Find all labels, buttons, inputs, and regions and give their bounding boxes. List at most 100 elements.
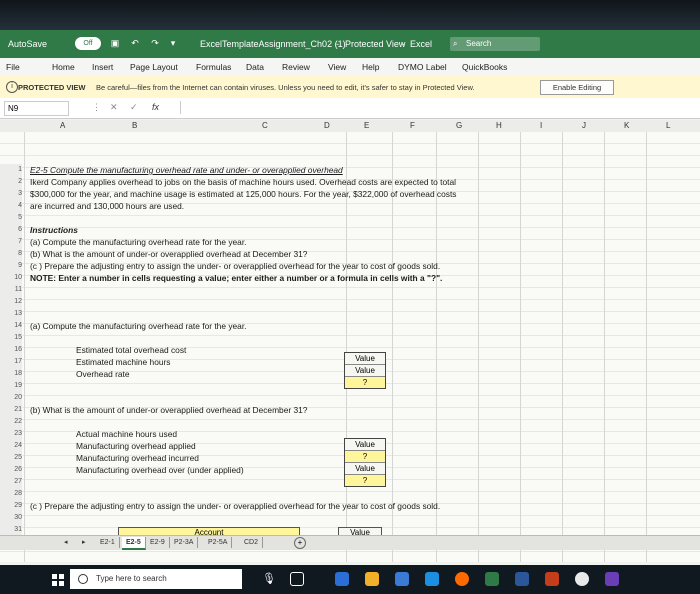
undo-icon[interactable]: ↶	[130, 38, 140, 48]
tab-review[interactable]: Review	[282, 62, 310, 72]
row-number[interactable]: 9	[0, 260, 22, 272]
excel-taskbar-icon[interactable]	[485, 572, 499, 586]
cell-text[interactable]: Actual machine hours used	[76, 428, 177, 440]
column-header-c[interactable]: C	[262, 121, 268, 130]
word-icon[interactable]	[515, 572, 529, 586]
cell-text[interactable]: (b) What is the amount of under-or overa…	[30, 248, 307, 260]
row-number[interactable]: 3	[0, 188, 22, 200]
file-explorer-icon[interactable]	[365, 572, 379, 586]
row-number[interactable]: 27	[0, 476, 22, 488]
tab-file[interactable]: File	[6, 62, 20, 72]
row-number[interactable]: 16	[0, 344, 22, 356]
tab-home[interactable]: Home	[52, 62, 75, 72]
row-number[interactable]: 17	[0, 356, 22, 368]
sheet-tab-e2-1[interactable]: E2-1	[96, 537, 120, 548]
scroll-prev-icon[interactable]: ◂	[60, 537, 72, 548]
enable-editing-button[interactable]: Enable Editing	[540, 80, 614, 95]
redo-icon[interactable]: ↷	[150, 38, 160, 48]
column-header-i[interactable]: I	[540, 121, 542, 130]
row-number[interactable]: 14	[0, 320, 22, 332]
cortana-mic-icon[interactable]: 🎙	[262, 572, 276, 586]
tab-formulas[interactable]: Formulas	[196, 62, 231, 72]
tab-data[interactable]: Data	[246, 62, 264, 72]
row-number[interactable]: 21	[0, 404, 22, 416]
cell-text[interactable]: E2-5 Compute the manufacturing overhead …	[30, 164, 343, 176]
estimated-hours-cell[interactable]: Value	[345, 365, 385, 377]
row-number[interactable]: 4	[0, 200, 22, 212]
edge-icon[interactable]	[335, 572, 349, 586]
cell-text[interactable]: Manufacturing overhead applied	[76, 440, 196, 452]
cell-text[interactable]: Instructions	[30, 224, 78, 236]
row-number[interactable]: 23	[0, 428, 22, 440]
column-header-a[interactable]: A	[60, 121, 65, 130]
task-view-icon[interactable]	[290, 572, 304, 586]
scroll-next-icon[interactable]: ▸	[78, 537, 90, 548]
column-header-g[interactable]: G	[456, 121, 462, 130]
row-number[interactable]: 25	[0, 452, 22, 464]
row-number[interactable]: 29	[0, 500, 22, 512]
row-number[interactable]: 6	[0, 224, 22, 236]
tab-view[interactable]: View	[328, 62, 346, 72]
sheet-tab-cd2[interactable]: CD2	[240, 537, 264, 548]
tab-insert[interactable]: Insert	[92, 62, 113, 72]
row-number[interactable]: 15	[0, 332, 22, 344]
column-header-e[interactable]: E	[364, 121, 369, 130]
row-number[interactable]: 8	[0, 248, 22, 260]
customize-qat-icon[interactable]: ▾	[168, 38, 178, 48]
mail-icon[interactable]	[425, 572, 439, 586]
overhead-applied-cell[interactable]: ?	[345, 451, 385, 463]
row-number[interactable]: 26	[0, 464, 22, 476]
cancel-icon[interactable]: ✕	[110, 102, 118, 113]
tab-page-layout[interactable]: Page Layout	[130, 62, 178, 72]
row-number[interactable]: 28	[0, 488, 22, 500]
formula-input[interactable]	[180, 101, 696, 114]
save-icon[interactable]: ▣	[110, 38, 120, 48]
column-header-h[interactable]: H	[496, 121, 502, 130]
cell-text[interactable]: are incurred and 130,000 hours are used.	[30, 200, 184, 212]
column-header-d[interactable]: D	[324, 121, 330, 130]
search-box[interactable]: ⌕ Search	[450, 37, 540, 51]
cell-text[interactable]: Estimated machine hours	[76, 356, 171, 368]
cell-text[interactable]: $300,000 for the year, and machine usage…	[30, 188, 456, 200]
column-header-j[interactable]: J	[582, 121, 586, 130]
row-number[interactable]: 7	[0, 236, 22, 248]
cell-text[interactable]: (a) Compute the manufacturing overhead r…	[30, 236, 246, 248]
column-header-l[interactable]: L	[666, 121, 670, 130]
row-number[interactable]: 12	[0, 296, 22, 308]
cell-text[interactable]: Manufacturing overhead over (under appli…	[76, 464, 244, 476]
column-header-f[interactable]: F	[410, 121, 415, 130]
overhead-rate-cell[interactable]: ?	[345, 377, 385, 388]
app-icon[interactable]	[605, 572, 619, 586]
sheet-tab-e2-5[interactable]: E2-5	[122, 537, 146, 550]
sheet-tab-e2-9[interactable]: E2-9	[146, 537, 170, 548]
estimated-overhead-cell[interactable]: Value	[345, 353, 385, 365]
firefox-icon[interactable]	[455, 572, 469, 586]
row-number[interactable]: 1	[0, 164, 22, 176]
row-number[interactable]: 22	[0, 416, 22, 428]
row-number[interactable]: 24	[0, 440, 22, 452]
column-header-k[interactable]: K	[624, 121, 629, 130]
tab-help[interactable]: Help	[362, 62, 379, 72]
powerpoint-icon[interactable]	[545, 572, 559, 586]
cell-text[interactable]: NOTE: Enter a number in cells requesting…	[30, 272, 442, 284]
cell-text[interactable]: (c ) Prepare the adjusting entry to assi…	[30, 260, 440, 272]
cell-text[interactable]: (a) Compute the manufacturing overhead r…	[30, 320, 246, 332]
row-number[interactable]: 20	[0, 392, 22, 404]
row-number[interactable]: 5	[0, 212, 22, 224]
column-header-b[interactable]: B	[132, 121, 137, 130]
overhead-incurred-cell[interactable]: Value	[345, 463, 385, 475]
tab-dymo-label[interactable]: DYMO Label	[398, 62, 447, 72]
cell-text[interactable]: (b) What is the amount of under-or overa…	[30, 404, 307, 416]
cell-text[interactable]: Estimated total overhead cost	[76, 344, 186, 356]
actual-hours-cell[interactable]: Value	[345, 439, 385, 451]
cell-text[interactable]: Overhead rate	[76, 368, 130, 380]
over-under-applied-cell[interactable]: ?	[345, 475, 385, 486]
windows-start-icon[interactable]	[52, 574, 64, 586]
row-number[interactable]: 11	[0, 284, 22, 296]
enter-icon[interactable]: ✓	[130, 102, 138, 113]
tab-quickbooks[interactable]: QuickBooks	[462, 62, 507, 72]
sheet-tab-p2-5a[interactable]: P2-5A	[204, 537, 233, 548]
add-sheet-icon[interactable]: +	[294, 537, 306, 549]
cell-text[interactable]: Ikerd Company applies overhead to jobs o…	[30, 176, 456, 188]
row-number[interactable]: 2	[0, 176, 22, 188]
